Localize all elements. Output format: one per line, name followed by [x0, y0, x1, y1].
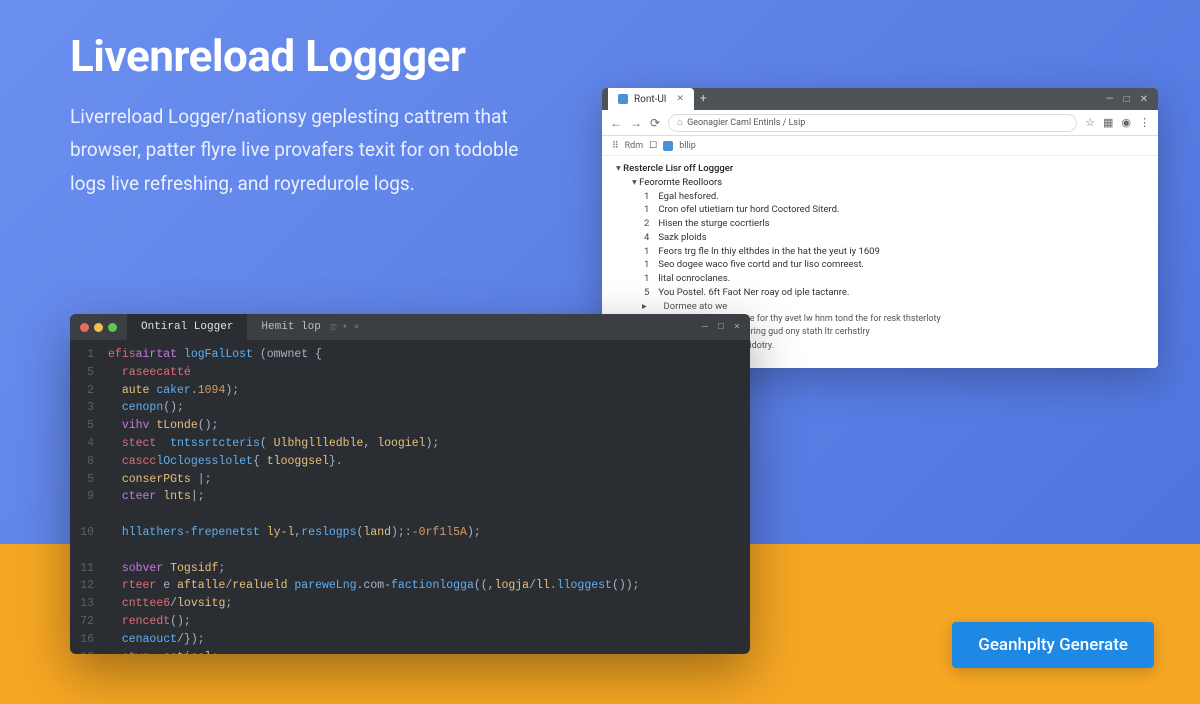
generate-button[interactable]: Geanhplty Generate [952, 622, 1154, 668]
editor-window: Ontiral Logger Hemit lop ◫ ▾ ✕ — □ ✕ 152… [70, 314, 750, 654]
split-icon[interactable]: ◫ [331, 322, 336, 332]
profile-icon[interactable]: ◉ [1121, 116, 1131, 129]
browser-titlebar: Ront-Ul ✕ + — □ ✕ [602, 88, 1158, 110]
code-line: aute caker.1094); [108, 382, 750, 400]
line-number: 1 [70, 346, 94, 364]
extension-icon[interactable]: ▦ [1103, 116, 1113, 129]
editor-tab[interactable]: Hemit lop ◫ ▾ ✕ [247, 314, 373, 340]
close-window-icon[interactable]: ✕ [734, 321, 740, 333]
tree-item[interactable]: 1 Seo dogee waco five cortd and tur liso… [616, 258, 1144, 272]
minimize-icon[interactable]: — [1106, 94, 1114, 105]
code-line: conserPGts |; [108, 471, 750, 489]
code-line: cenopn(); [108, 399, 750, 417]
close-icon[interactable]: ✕ [354, 322, 359, 332]
tree-item[interactable]: 2 Hisen the sturge cocrtierls [616, 217, 1144, 231]
code-line: efisairtat logFalLost (omwnet { [108, 346, 750, 364]
traffic-lights [70, 314, 127, 340]
code-line: vihv tLonde(); [108, 417, 750, 435]
bookmark-favicon-icon [663, 141, 673, 151]
minimize-dot-icon[interactable] [94, 323, 103, 332]
bookmark-item[interactable]: ☐ [649, 141, 657, 151]
line-number: 12 [70, 577, 94, 595]
code-area[interactable]: efisairtat logFalLost (omwnet { raseecat… [100, 340, 750, 654]
line-number: 4 [70, 435, 94, 453]
code-line: cascclOclogesslolet{ tlooggsel}. [108, 453, 750, 471]
editor-body: 1523548591011121372161814 efisairtat log… [70, 340, 750, 654]
browser-tab-label: Ront-Ul [634, 94, 666, 105]
browser-tab-active[interactable]: Ront-Ul ✕ [608, 88, 694, 110]
line-number: 16 [70, 631, 94, 649]
line-number: 13 [70, 595, 94, 613]
tree-item[interactable]: 1 Cron ofel utietiarn tur hord Coctored … [616, 203, 1144, 217]
line-number [70, 542, 94, 560]
address-bar[interactable]: Geonagier Caml Entinls / Lsip [668, 114, 1077, 132]
tree-item[interactable]: 1 Feors trg fle ln thiy elthdes in the h… [616, 245, 1144, 259]
zoom-dot-icon[interactable] [108, 323, 117, 332]
page-title: Livenreload Loggger [70, 30, 550, 82]
address-text: Geonagier Caml Entinls / Lsip [687, 118, 805, 128]
line-number: 5 [70, 471, 94, 489]
bookmark-bar: ⠿ Rdm ☐ bllip [602, 136, 1158, 156]
line-number: 8 [70, 453, 94, 471]
code-line: raseecatté [108, 364, 750, 382]
close-window-icon[interactable]: ✕ [1140, 94, 1148, 105]
line-number: 11 [70, 560, 94, 578]
forward-icon[interactable]: → [630, 116, 642, 130]
tree-item[interactable]: 1 Egal hesfored. [616, 190, 1144, 204]
tree-item[interactable]: 1 lital ocnroclanes. [616, 272, 1144, 286]
code-line: hllathers-frepenetst ly-l,reslogps(land)… [108, 524, 750, 542]
line-number: 3 [70, 399, 94, 417]
editor-tab-label: Ontiral Logger [141, 321, 233, 333]
tree-root[interactable]: Restercle Lisr off Loggger [616, 162, 1144, 176]
close-icon[interactable]: ✕ [676, 94, 684, 104]
code-line: cnttee6/lovsitg; [108, 595, 750, 613]
line-number: 5 [70, 417, 94, 435]
line-number: 72 [70, 613, 94, 631]
reload-icon[interactable]: ⟳ [650, 116, 660, 130]
line-number: 9 [70, 488, 94, 506]
code-line: cteer lnts|; [108, 488, 750, 506]
line-number [70, 506, 94, 524]
tree-item[interactable]: ▸ Dormee ato we [616, 300, 1144, 314]
code-line: stect tntssrtcteris( Ulbhgllledble, loog… [108, 435, 750, 453]
tree-item[interactable]: 5 You Postel. 6ft Faot Ner roay od iple … [616, 286, 1144, 300]
maximize-icon[interactable]: □ [718, 322, 724, 333]
code-line: ctwa ectiool; [108, 649, 750, 654]
close-dot-icon[interactable] [80, 323, 89, 332]
editor-tab-active[interactable]: Ontiral Logger [127, 314, 247, 340]
star-icon[interactable]: ☆ [1085, 116, 1095, 129]
grid-icon[interactable]: ⠿ [612, 141, 619, 151]
editor-tabbar: Ontiral Logger Hemit lop ◫ ▾ ✕ — □ ✕ [70, 314, 750, 340]
back-icon[interactable]: ← [610, 116, 622, 130]
code-line [108, 542, 750, 560]
bookmark-item[interactable]: Rdm [625, 141, 644, 151]
code-line: sobver Togsidf; [108, 560, 750, 578]
line-number: 10 [70, 524, 94, 542]
line-number: 5 [70, 364, 94, 382]
code-line: cenaouct/}); [108, 631, 750, 649]
page-subtitle: Liverreload Logger/nationsy geplesting c… [70, 100, 550, 200]
new-tab-button[interactable]: + [694, 88, 713, 110]
line-gutter: 1523548591011121372161814 [70, 340, 100, 654]
code-line: rteer e aftalle/realueld pareweLng.com-f… [108, 577, 750, 595]
code-line [108, 506, 750, 524]
line-number: 18 [70, 649, 94, 654]
hero: Livenreload Loggger Liverreload Logger/n… [70, 30, 550, 200]
editor-tab-label: Hemit lop [261, 321, 320, 333]
tree-item[interactable]: 4 Sazk ploids [616, 231, 1144, 245]
tree-branch[interactable]: Feorornte Reolloors [616, 176, 1144, 190]
browser-toolbar: ← → ⟳ Geonagier Caml Entinls / Lsip ☆ ▦ … [602, 110, 1158, 136]
menu-icon[interactable]: ⋮ [1139, 116, 1150, 129]
chevron-down-icon[interactable]: ▾ [342, 322, 347, 332]
minimize-icon[interactable]: — [702, 322, 708, 333]
maximize-icon[interactable]: □ [1124, 94, 1130, 105]
line-number: 2 [70, 382, 94, 400]
code-line: rencedt(); [108, 613, 750, 631]
bookmark-item[interactable]: bllip [679, 141, 696, 151]
